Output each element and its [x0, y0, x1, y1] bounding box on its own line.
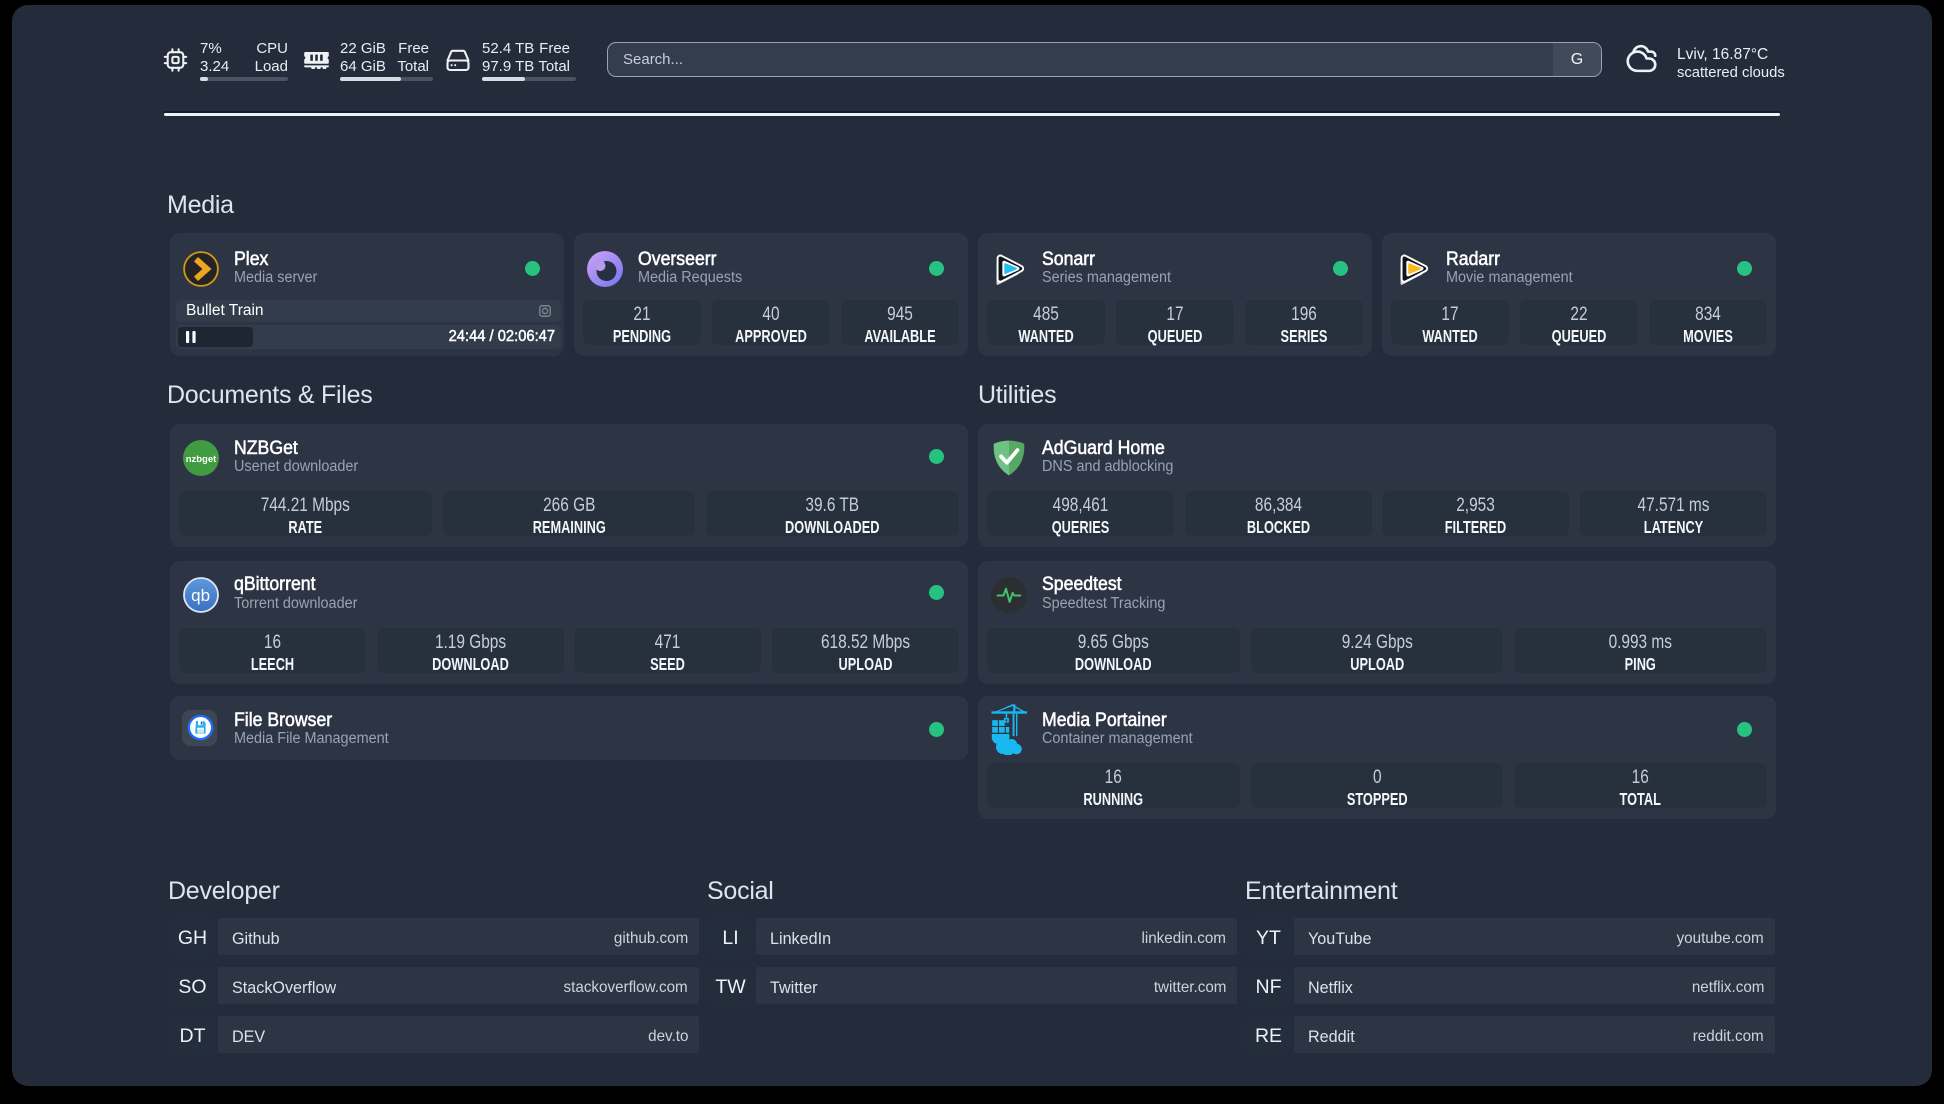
svg-text:nzbget: nzbget [186, 454, 217, 465]
svg-text:qb: qb [191, 585, 210, 604]
